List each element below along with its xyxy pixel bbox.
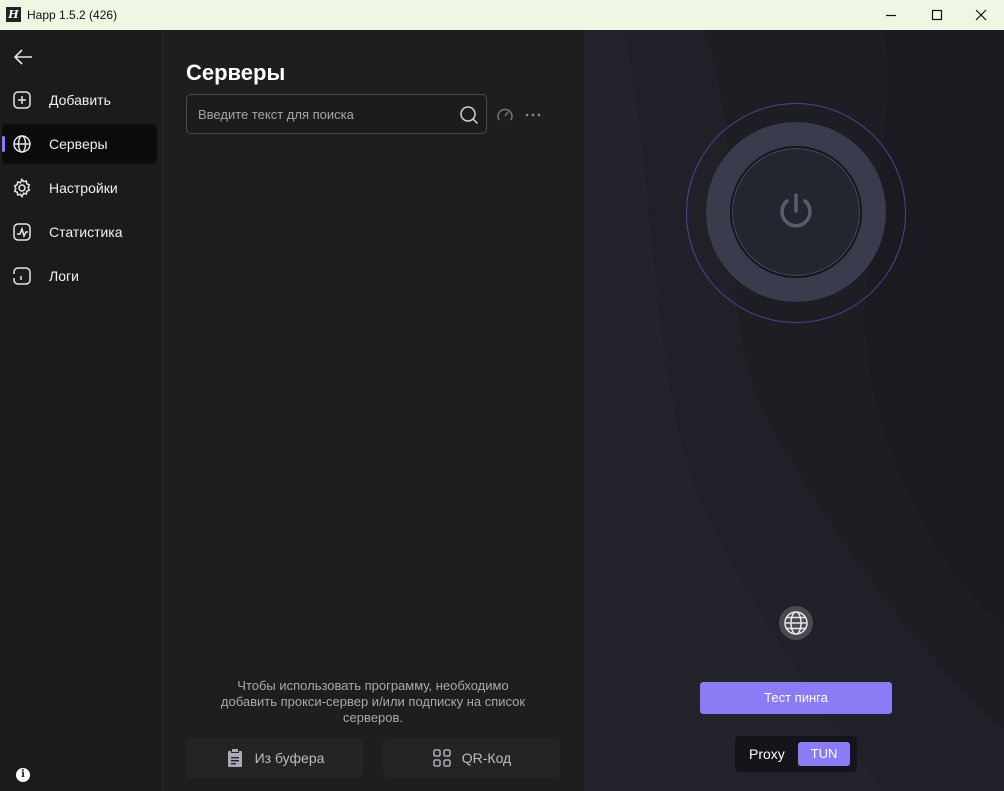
active-indicator bbox=[2, 136, 5, 152]
search-box bbox=[186, 94, 487, 134]
sidebar-item-logs[interactable]: Логи bbox=[2, 256, 157, 296]
mode-tun-option[interactable]: TUN bbox=[798, 742, 850, 766]
mode-proxy-option[interactable]: Proxy bbox=[749, 746, 785, 762]
ping-test-button[interactable]: Тест пинга bbox=[700, 682, 892, 714]
sidebar-item-label: Логи bbox=[49, 268, 79, 284]
globe-icon bbox=[784, 611, 808, 635]
sidebar-item-statistics[interactable]: Статистика bbox=[2, 212, 157, 252]
chart-icon bbox=[12, 222, 32, 242]
back-button[interactable] bbox=[10, 44, 36, 70]
minimize-button[interactable] bbox=[868, 0, 914, 30]
gear-icon bbox=[12, 178, 32, 198]
clipboard-icon bbox=[225, 748, 245, 768]
maximize-button[interactable] bbox=[914, 0, 960, 30]
plus-square-icon bbox=[12, 90, 32, 110]
sidebar: Добавить Серверы Настройки Статистика Ло… bbox=[0, 30, 162, 791]
qr-code-label: QR-Код bbox=[461, 750, 512, 766]
mode-switch: Proxy TUN bbox=[735, 736, 857, 772]
servers-panel: Серверы Чтобы использовать программу, не… bbox=[162, 30, 584, 791]
log-icon bbox=[12, 266, 32, 286]
more-options-icon[interactable] bbox=[522, 105, 544, 125]
sidebar-item-servers[interactable]: Серверы bbox=[2, 124, 157, 164]
connection-panel: Тест пинга Proxy TUN bbox=[584, 30, 1004, 791]
page-title: Серверы bbox=[186, 60, 286, 85]
power-icon bbox=[780, 193, 812, 228]
sidebar-item-add[interactable]: Добавить bbox=[2, 80, 157, 120]
info-icon[interactable]: i bbox=[16, 768, 30, 782]
close-button[interactable] bbox=[958, 0, 1004, 30]
sidebar-item-label: Настройки bbox=[49, 180, 118, 196]
qr-code-icon bbox=[432, 748, 452, 768]
speedometer-icon[interactable] bbox=[495, 105, 515, 125]
from-clipboard-label: Из буфера bbox=[254, 750, 325, 766]
minimize-icon bbox=[886, 14, 896, 17]
sidebar-item-label: Добавить bbox=[49, 92, 111, 108]
globe-icon bbox=[12, 134, 32, 154]
window-title: Happ 1.5.2 (426) bbox=[27, 8, 118, 22]
qr-code-button[interactable]: QR-Код bbox=[383, 738, 560, 778]
maximize-icon bbox=[931, 9, 943, 21]
title-bar: H Happ 1.5.2 (426) bbox=[0, 0, 1004, 30]
arrow-left-icon bbox=[13, 49, 32, 65]
sidebar-item-label: Серверы bbox=[49, 136, 108, 152]
sidebar-item-label: Статистика bbox=[49, 224, 123, 240]
connect-power-button[interactable] bbox=[730, 146, 862, 278]
search-input[interactable] bbox=[198, 95, 448, 133]
empty-state-hint: Чтобы использовать программу, необходимо… bbox=[220, 678, 526, 725]
from-clipboard-button[interactable]: Из буфера bbox=[186, 738, 363, 778]
location-button[interactable] bbox=[779, 606, 813, 640]
search-icon[interactable] bbox=[458, 104, 480, 126]
sidebar-item-settings[interactable]: Настройки bbox=[2, 168, 157, 208]
close-icon bbox=[975, 9, 987, 21]
app-logo-icon: H bbox=[6, 7, 21, 22]
